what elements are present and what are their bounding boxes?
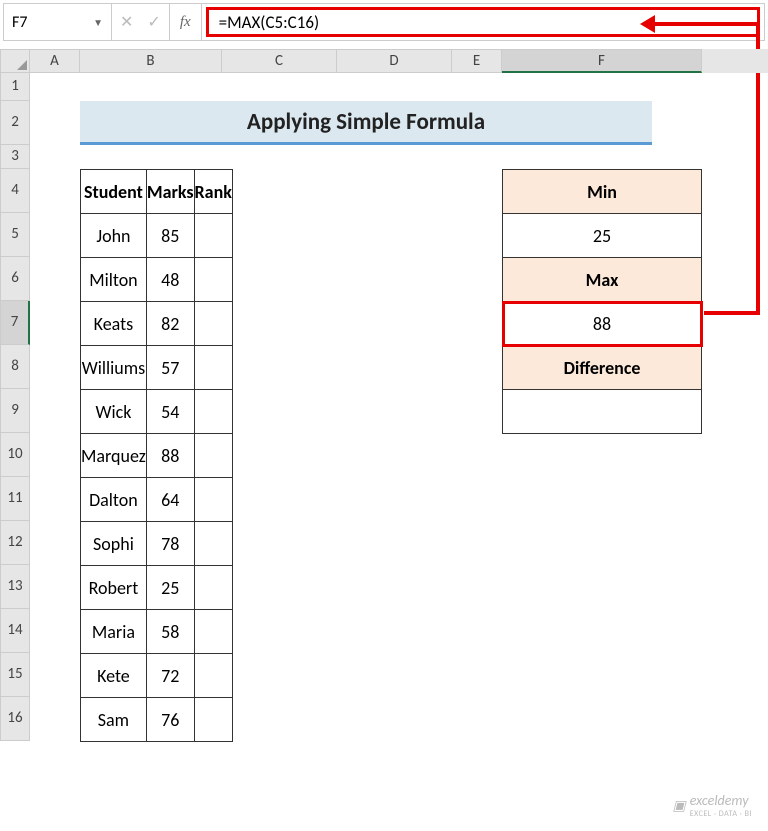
col-header-F[interactable]: F <box>502 49 702 73</box>
cell-student[interactable]: Robert <box>81 566 147 610</box>
row-header-14[interactable]: 14 <box>0 609 30 653</box>
row-header-16[interactable]: 16 <box>0 697 30 741</box>
table-row: Maria 58 <box>81 610 233 654</box>
cell-rank[interactable] <box>194 478 232 522</box>
table-row: Sophi 78 <box>81 522 233 566</box>
cell-student[interactable]: Wick <box>81 390 147 434</box>
col-header-B[interactable]: B <box>80 49 222 73</box>
cell-student[interactable]: Marquez <box>81 434 147 478</box>
cell-marks[interactable]: 58 <box>146 610 194 654</box>
difference-value[interactable] <box>503 390 702 434</box>
cell-student[interactable]: Keats <box>81 302 147 346</box>
formula-buttons: ✕ ✓ <box>112 4 170 40</box>
max-value[interactable]: 88 <box>503 302 702 346</box>
name-box-value: F7 <box>12 13 27 32</box>
table-row: Robert 25 <box>81 566 233 610</box>
cell-rank[interactable] <box>194 390 232 434</box>
row-header-4[interactable]: 4 <box>0 169 30 213</box>
header-rank[interactable]: Rank <box>194 170 232 214</box>
cell-student[interactable]: Maria <box>81 610 147 654</box>
select-all-corner[interactable] <box>0 49 30 73</box>
column-headers: A B C D E F <box>0 49 768 73</box>
watermark: ▣ exceldemy EXCEL · DATA · BI <box>673 792 752 819</box>
min-value[interactable]: 25 <box>503 214 702 258</box>
name-box[interactable]: F7 ▼ <box>4 4 112 40</box>
cancel-icon[interactable]: ✕ <box>120 12 133 32</box>
cell-rank[interactable] <box>194 434 232 478</box>
cell-student[interactable]: Milton <box>81 258 147 302</box>
row-header-2[interactable]: 2 <box>0 101 30 145</box>
table-row: Milton 48 <box>81 258 233 302</box>
row-header-8[interactable]: 8 <box>0 345 30 389</box>
row-header-1[interactable]: 1 <box>0 73 30 101</box>
cell-rank[interactable] <box>194 566 232 610</box>
watermark-text: exceldemy <box>690 792 749 809</box>
row-header-5[interactable]: 5 <box>0 213 30 257</box>
cell-marks[interactable]: 64 <box>146 478 194 522</box>
cell-marks[interactable]: 48 <box>146 258 194 302</box>
name-box-dropdown-icon[interactable]: ▼ <box>93 16 103 29</box>
cell-rank[interactable] <box>194 610 232 654</box>
col-header-A[interactable]: A <box>30 49 80 73</box>
difference-label[interactable]: Difference <box>503 346 702 390</box>
col-header-E[interactable]: E <box>452 49 502 73</box>
cell-rank[interactable] <box>194 654 232 698</box>
cell-marks[interactable]: 76 <box>146 698 194 742</box>
fx-label[interactable]: fx <box>170 4 202 40</box>
cell-rank[interactable] <box>194 258 232 302</box>
cell-student[interactable]: John <box>81 214 147 258</box>
row-header-15[interactable]: 15 <box>0 653 30 697</box>
cell-marks[interactable]: 54 <box>146 390 194 434</box>
row-header-13[interactable]: 13 <box>0 565 30 609</box>
max-label[interactable]: Max <box>503 258 702 302</box>
col-header-C[interactable]: C <box>222 49 337 73</box>
table-row: Williums 57 <box>81 346 233 390</box>
cell-rank[interactable] <box>194 522 232 566</box>
row-header-3[interactable]: 3 <box>0 145 30 169</box>
watermark-subtext: EXCEL · DATA · BI <box>690 809 752 819</box>
header-marks[interactable]: Marks <box>146 170 194 214</box>
table-header-row: Student Marks Rank <box>81 170 233 214</box>
cell-student[interactable]: Williums <box>81 346 147 390</box>
cell-marks[interactable]: 82 <box>146 302 194 346</box>
table-row: Wick 54 <box>81 390 233 434</box>
summary-table: Min 25 Max 88 Difference <box>502 169 702 434</box>
min-label[interactable]: Min <box>503 170 702 214</box>
cell-student[interactable]: Dalton <box>81 478 147 522</box>
cell-marks[interactable]: 72 <box>146 654 194 698</box>
student-table: Student Marks Rank John 85 Milton 48 Kea… <box>80 169 233 742</box>
row-headers: 1 2 3 4 5 6 7 8 9 10 11 12 13 14 15 16 <box>0 73 30 741</box>
col-header-D[interactable]: D <box>337 49 452 73</box>
cell-rank[interactable] <box>194 302 232 346</box>
row-header-9[interactable]: 9 <box>0 389 30 433</box>
table-row: Kete 72 <box>81 654 233 698</box>
cell-marks[interactable]: 88 <box>146 434 194 478</box>
row-header-10[interactable]: 10 <box>0 433 30 477</box>
row-header-7[interactable]: 7 <box>0 301 30 345</box>
cell-marks[interactable]: 78 <box>146 522 194 566</box>
cell-marks[interactable]: 85 <box>146 214 194 258</box>
cell-student[interactable]: Sam <box>81 698 147 742</box>
spreadsheet-grid: A B C D E F 1 2 3 4 5 6 7 8 9 10 11 12 1… <box>0 49 768 831</box>
cell-student[interactable]: Kete <box>81 654 147 698</box>
table-row: Keats 82 <box>81 302 233 346</box>
enter-icon[interactable]: ✓ <box>147 12 160 32</box>
cell-rank[interactable] <box>194 346 232 390</box>
row-header-12[interactable]: 12 <box>0 521 30 565</box>
row-header-11[interactable]: 11 <box>0 477 30 521</box>
title-cell[interactable]: Applying Simple Formula <box>80 101 652 145</box>
row-header-6[interactable]: 6 <box>0 257 30 301</box>
table-row: Sam 76 <box>81 698 233 742</box>
header-student[interactable]: Student <box>81 170 147 214</box>
callout-line <box>645 22 760 26</box>
watermark-icon: ▣ <box>673 797 686 814</box>
table-row: Marquez 88 <box>81 434 233 478</box>
cell-marks[interactable]: 57 <box>146 346 194 390</box>
cell-marks[interactable]: 25 <box>146 566 194 610</box>
cell-rank[interactable] <box>194 698 232 742</box>
cell-student[interactable]: Sophi <box>81 522 147 566</box>
table-row: John 85 <box>81 214 233 258</box>
cell-rank[interactable] <box>194 214 232 258</box>
table-row: Dalton 64 <box>81 478 233 522</box>
